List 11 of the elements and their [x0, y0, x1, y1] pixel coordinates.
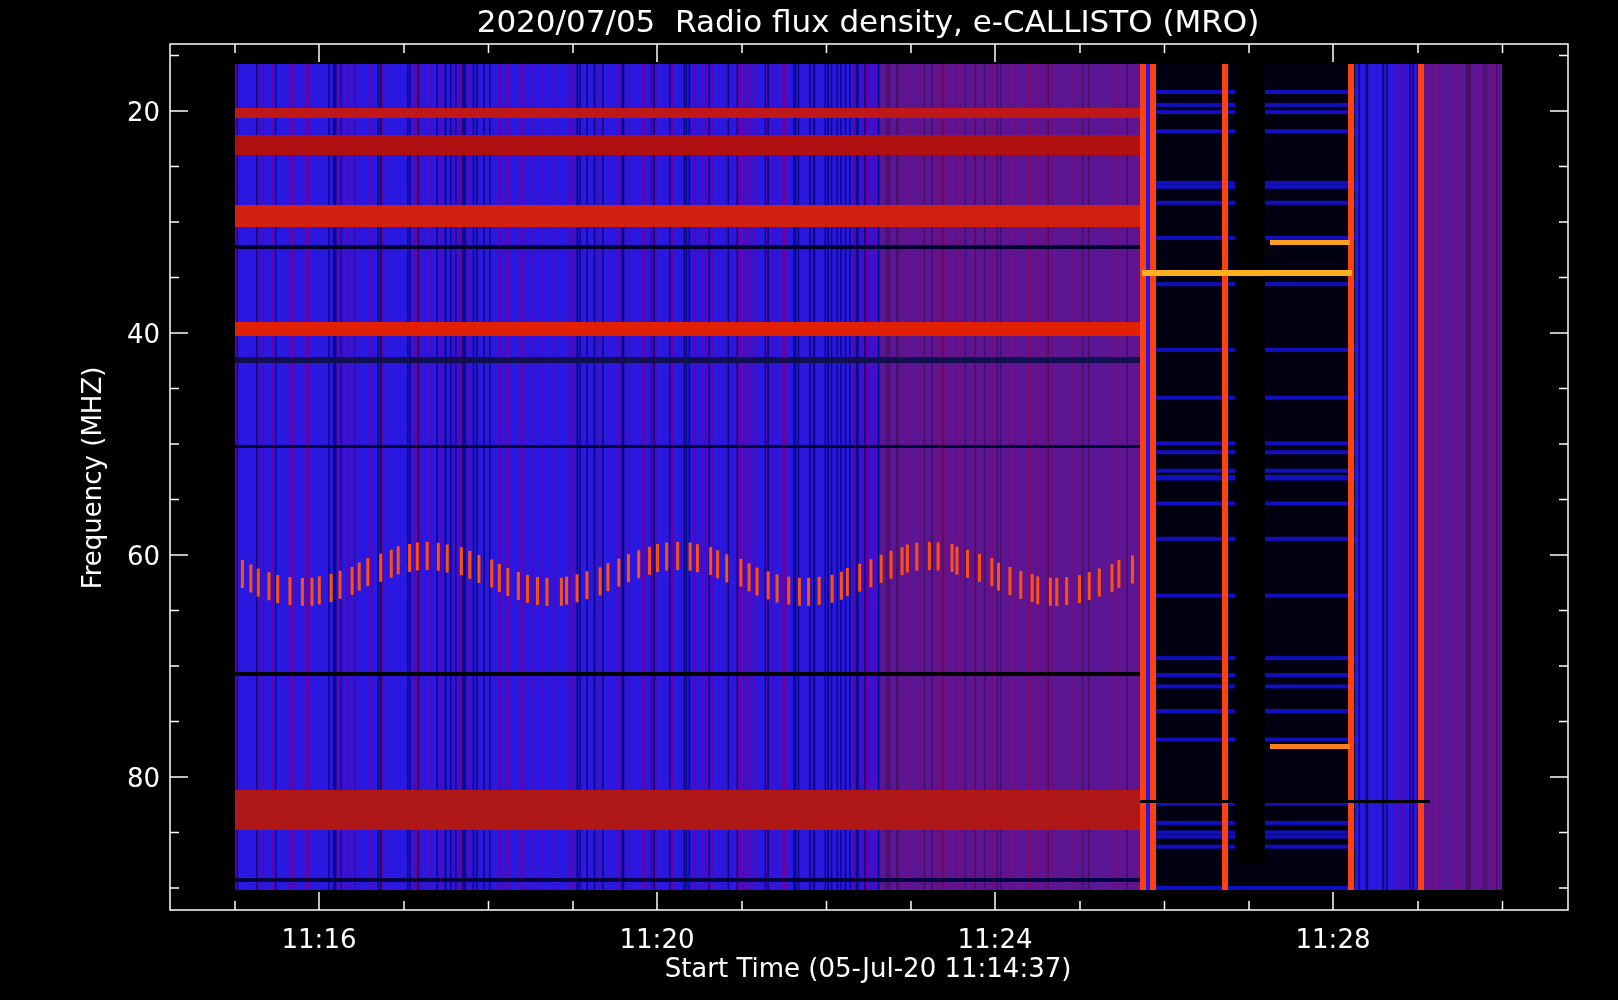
y-tick-label: 20 — [126, 97, 160, 127]
chart-title: 2020/07/05 Radio flux density, e-CALLISTO (MRO) — [476, 3, 1260, 39]
x-tick-label: 11:28 — [1295, 924, 1371, 954]
y-tick-label: 40 — [126, 319, 160, 349]
x-tick-label: 11:16 — [281, 924, 357, 954]
y-tick-label: 60 — [126, 541, 160, 571]
x-axis-label: Start Time (05-Jul-20 11:14:37) — [664, 953, 1072, 983]
y-tick-label: 80 — [126, 763, 160, 793]
y-axis-label: Frequency (MHZ) — [77, 366, 107, 590]
x-tick-label: 11:20 — [619, 924, 695, 954]
x-tick-label: 11:24 — [957, 924, 1033, 954]
